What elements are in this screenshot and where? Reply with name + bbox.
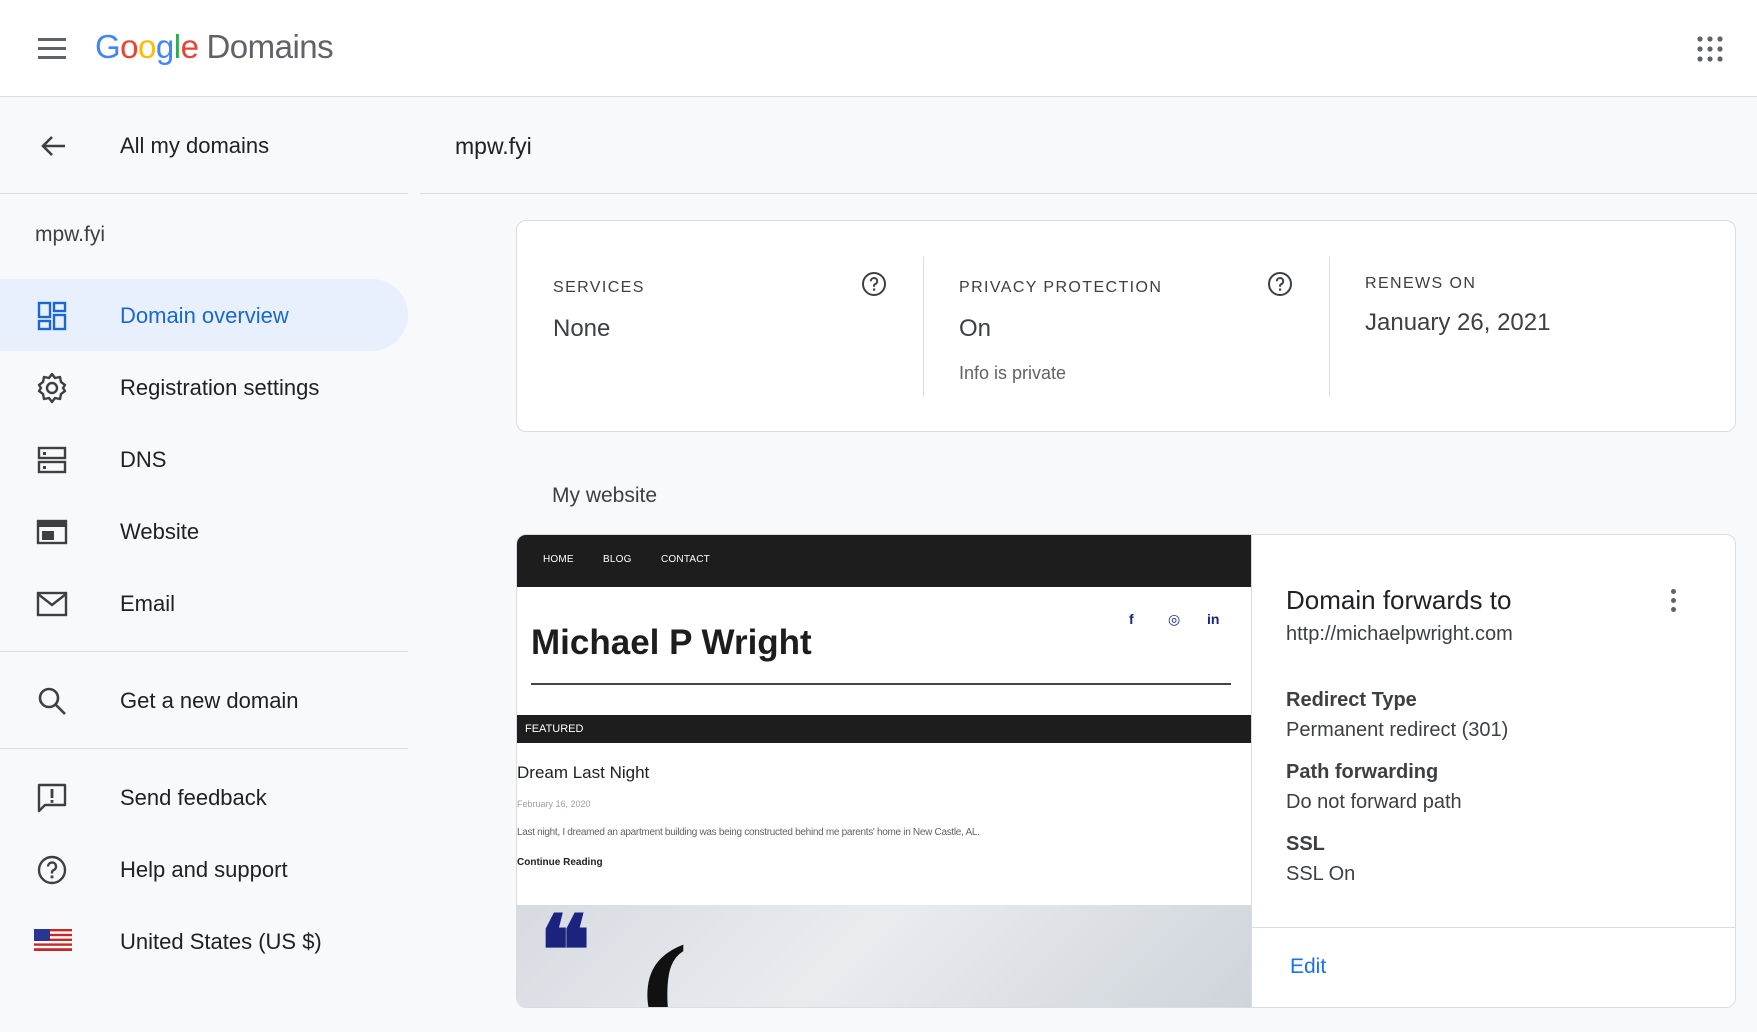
services-caption: SERVICES: [553, 279, 645, 296]
ssl-value: SSL On: [1286, 863, 1356, 885]
logo-letter: o: [138, 28, 156, 65]
help-icon: [37, 855, 67, 885]
us-flag-icon: [34, 929, 72, 951]
preview-hero-image: [517, 905, 1251, 1007]
logo-letter: G: [95, 28, 121, 65]
logo-letter: o: [120, 28, 139, 65]
preview-nav-bar: HOME BLOG CONTACT: [517, 535, 1251, 587]
sidebar-item-help-support[interactable]: Help and support: [0, 833, 408, 905]
forwarding-divider: [1252, 927, 1735, 928]
summary-divider: [1329, 257, 1330, 397]
privacy-caption: PRIVACY PROTECTION: [959, 279, 1163, 296]
preview-nav-item: CONTACT: [661, 554, 710, 565]
back-to-all-domains[interactable]: All my domains: [0, 97, 408, 194]
ssl-label: SSL: [1286, 833, 1325, 855]
arrow-back-icon: [41, 136, 65, 156]
redirect-type-label: Redirect Type: [1286, 689, 1417, 711]
logo-letter: e: [180, 28, 199, 65]
redirect-type-value: Permanent redirect (301): [1286, 719, 1509, 741]
sidebar-item-domain-overview[interactable]: Domain overview: [0, 279, 408, 351]
sidebar-item-label: Get a new domain: [120, 688, 299, 713]
preview-post-date: February 16, 2020: [517, 799, 591, 809]
preview-nav-item: BLOG: [603, 554, 632, 565]
sidebar-divider: [0, 651, 408, 652]
sidebar-item-label: Domain overview: [120, 303, 289, 328]
top-app-bar: Google Domains: [0, 0, 1757, 97]
logo-product-name: Domains: [206, 28, 334, 65]
mail-icon: [36, 591, 68, 617]
instagram-icon: ◎: [1168, 611, 1181, 627]
preview-post-title: Dream Last Night: [517, 763, 650, 782]
preview-divider: [531, 683, 1231, 685]
dns-icon: [37, 446, 67, 474]
my-website-heading: My website: [552, 484, 658, 507]
back-label: All my domains: [120, 133, 270, 158]
sidebar-item-website[interactable]: Website: [0, 495, 408, 567]
preview-post-excerpt: Last night, I dreamed an apartment build…: [517, 827, 980, 838]
preview-site-title: Michael P Wright: [531, 623, 812, 662]
sidebar-divider: [0, 748, 408, 749]
privacy-value: On: [959, 315, 992, 342]
privacy-subtext: Info is private: [959, 363, 1067, 383]
logo-letter: l: [173, 28, 181, 65]
apps-grid-icon[interactable]: [1697, 36, 1723, 62]
forwarding-url: http://michaelpwright.com: [1286, 623, 1513, 645]
sidebar-item-country-currency[interactable]: United States (US $): [0, 905, 408, 977]
more-vert-icon[interactable]: [1668, 587, 1678, 615]
sidebar-item-send-feedback[interactable]: Send feedback: [0, 761, 408, 833]
sidebar-item-label: Website: [120, 519, 200, 544]
sidebar: All my domains mpw.fyi Domain overview R…: [0, 97, 408, 1032]
summary-divider: [923, 257, 924, 397]
website-card: HOME BLOG CONTACT Michael P Wright f ◎ i…: [516, 534, 1736, 1008]
sidebar-item-label: Help and support: [120, 857, 288, 882]
sidebar-item-label: Send feedback: [120, 785, 267, 810]
sidebar-item-label: United States (US $): [120, 929, 322, 954]
gear-icon: [37, 372, 67, 404]
preview-read-more: Continue Reading: [517, 857, 603, 868]
linkedin-icon: in: [1207, 611, 1220, 627]
sidebar-item-get-new-domain[interactable]: Get a new domain: [0, 664, 408, 736]
logo-letter: g: [155, 28, 174, 65]
facebook-icon: f: [1129, 611, 1134, 627]
edit-forwarding-button[interactable]: Edit: [1290, 955, 1326, 979]
preview-nav-item: HOME: [543, 554, 574, 565]
sidebar-item-dns[interactable]: DNS: [0, 423, 408, 495]
page-title: mpw.fyi: [455, 133, 532, 159]
google-domains-logo[interactable]: Google Domains: [95, 28, 334, 66]
dashboard-icon: [37, 301, 67, 331]
services-value: None: [553, 315, 611, 342]
privacy-summary: PRIVACY PROTECTION On Info is private: [959, 257, 1289, 397]
path-forwarding-value: Do not forward path: [1286, 791, 1462, 813]
sidebar-item-label: DNS: [120, 447, 167, 472]
services-help-icon[interactable]: [861, 271, 887, 297]
privacy-help-icon[interactable]: [1267, 271, 1293, 297]
search-icon: [38, 687, 66, 715]
sidebar-item-label: Registration settings: [120, 375, 320, 400]
sidebar-domain-name: mpw.fyi: [35, 223, 106, 246]
website-preview[interactable]: HOME BLOG CONTACT Michael P Wright f ◎ i…: [517, 535, 1251, 1008]
sidebar-item-email[interactable]: Email: [0, 567, 408, 639]
sidebar-item-registration-settings[interactable]: Registration settings: [0, 351, 408, 423]
quote-mark-icon: (: [637, 925, 690, 1008]
sidebar-item-label: Email: [120, 591, 176, 616]
renews-caption: RENEWS ON: [1365, 275, 1477, 292]
main-header: mpw.fyi: [420, 97, 1757, 194]
website-icon: [36, 519, 68, 545]
path-forwarding-label: Path forwarding: [1286, 761, 1439, 783]
domain-summary-card: SERVICES None PRIVACY PROTECTION On Info…: [516, 220, 1736, 432]
preview-featured-label: FEATURED: [525, 723, 584, 735]
quote-mark-icon: ❝: [539, 894, 591, 1007]
forwarding-title: Domain forwards to: [1286, 585, 1512, 615]
forwarding-panel: Domain forwards to http://michaelpwright…: [1251, 535, 1735, 1007]
renewal-summary: RENEWS ON January 26, 2021: [1365, 257, 1695, 397]
preview-featured-bar: FEATURED: [517, 715, 1251, 743]
services-summary: SERVICES None: [553, 257, 883, 397]
renews-value: January 26, 2021: [1365, 309, 1551, 336]
feedback-icon: [37, 783, 67, 813]
hamburger-menu-icon[interactable]: [38, 38, 68, 60]
